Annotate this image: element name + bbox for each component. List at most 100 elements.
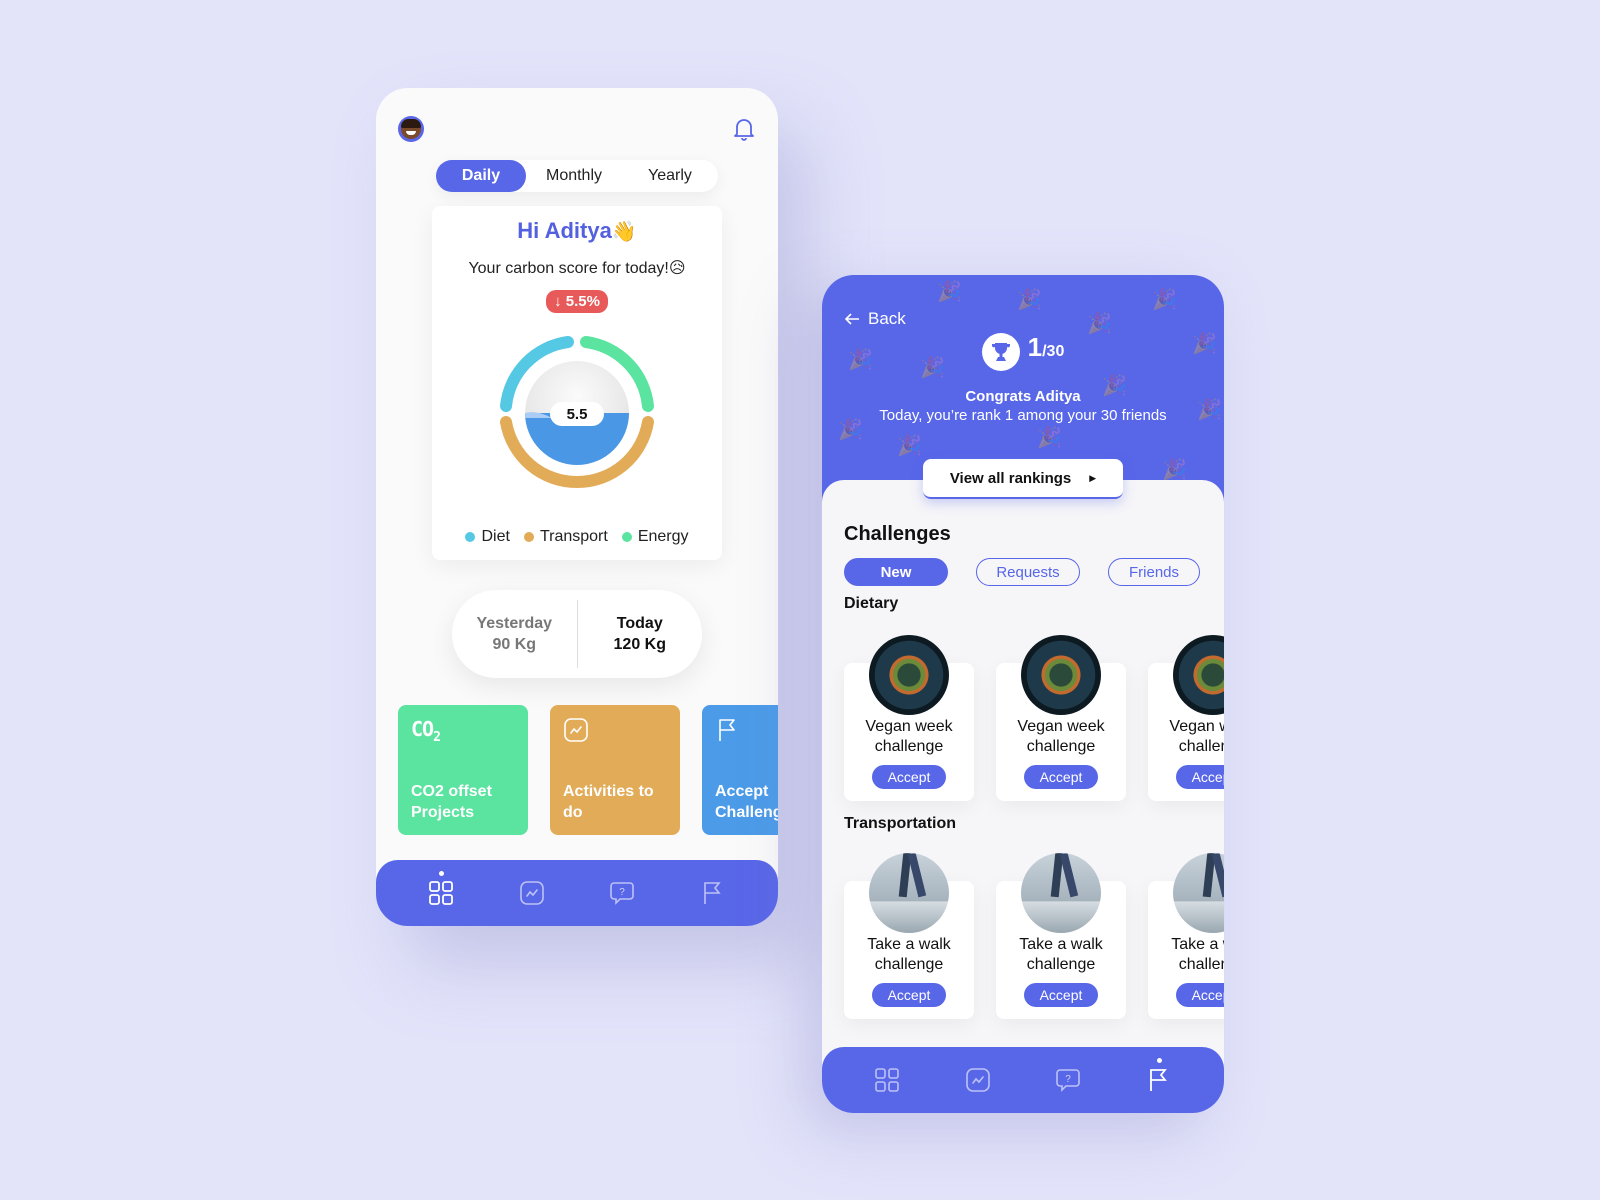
filter-new[interactable]: New [844, 558, 948, 586]
tile-label: Activities to do [563, 783, 654, 821]
gauge-value: 5.5 [567, 406, 588, 423]
rank-display: 1/30 [822, 333, 1224, 371]
accept-button[interactable]: Accept [1024, 765, 1098, 789]
nav-challenges[interactable] [693, 873, 733, 913]
filter-friends[interactable]: Friends [1108, 558, 1200, 586]
nav-help[interactable]: ? [602, 873, 642, 913]
legend-label: Transport [539, 528, 608, 545]
filter-requests[interactable]: Requests [976, 558, 1080, 586]
congrats-text: Today, you’re rank 1 among your 30 frien… [879, 407, 1167, 424]
tile-label: AcceptChallenges [715, 783, 778, 821]
back-label: Back [868, 309, 906, 328]
accept-button[interactable]: Accept [1024, 983, 1098, 1007]
challenge-title: Take a walkchallenge [1171, 936, 1224, 973]
challenge-title: Vegan weekchallenge [1017, 718, 1105, 755]
section-title-dietary: Dietary [844, 595, 899, 612]
activities-tile[interactable]: Activities to do [550, 705, 680, 835]
greeting: Hi Aditya👋 [432, 218, 722, 244]
confetti-icon: 🎉 [1017, 289, 1042, 311]
active-indicator [1156, 1058, 1162, 1063]
challenge-card: Take a walkchallenge Accept [844, 853, 974, 1019]
avatar-face-icon [401, 119, 421, 139]
trophy-icon [981, 333, 1020, 371]
accept-button[interactable]: Accept [1176, 983, 1224, 1007]
vegan-bowl-image [1021, 635, 1101, 715]
confetti-icon: 🎉 [1152, 289, 1177, 311]
legend-label: Diet [481, 528, 510, 545]
view-all-rankings-button[interactable]: View all rankings ▶ [923, 459, 1123, 499]
legend-diet: Diet [465, 528, 510, 546]
bottom-nav: ? [822, 1047, 1224, 1113]
greeting-text: Hi Aditya [517, 218, 612, 243]
challenge-card: Vegan weekchallenge Accept [844, 635, 974, 801]
avatar[interactable] [398, 116, 424, 142]
accept-button[interactable]: Accept [1176, 765, 1224, 789]
nav-dashboard[interactable] [421, 871, 461, 913]
transport-dot-icon [523, 532, 534, 542]
diet-dot-icon [465, 532, 476, 542]
confetti-icon: 🎉 [1162, 459, 1187, 481]
flag-icon [703, 882, 721, 904]
category-legend: Diet Transport Energy [432, 528, 722, 546]
confetti-icon: 🎉 [897, 435, 922, 457]
yesterday-value: 90 Kg [492, 636, 537, 653]
yesterday-label: Yesterday [476, 615, 553, 632]
daily-comparison: Yesterday 90 Kg Today 120 Kg [452, 590, 702, 678]
today-value: 120 Kg [613, 636, 666, 653]
co2-offset-tile[interactable]: CO2 CO2 offset Projects [398, 705, 528, 835]
challenge-filters: New Requests Friends [844, 558, 1200, 586]
quick-actions: CO2 CO2 offset Projects Activities to do A… [398, 705, 778, 835]
chart-icon [519, 881, 544, 905]
carbon-gauge: 5.5 [500, 336, 654, 488]
legend-transport: Transport [523, 528, 608, 546]
back-button[interactable]: Back [844, 309, 906, 329]
today-label: Today [616, 615, 663, 632]
tab-yearly[interactable]: Yearly [622, 160, 718, 192]
nav-activity[interactable] [958, 1060, 998, 1100]
bell-icon[interactable] [732, 116, 756, 142]
svg-text:?: ? [619, 887, 625, 898]
challenge-title: Take a walkchallenge [867, 936, 951, 973]
accept-challenges-tile[interactable]: AcceptChallenges [702, 705, 778, 835]
challenge-card: Take a walkchallenge Accept [1148, 853, 1224, 1019]
section-title-transportation: Transportation [844, 815, 957, 832]
vegan-bowl-image [869, 635, 949, 715]
challenges-heading: Challenges [844, 523, 951, 545]
chart-icon [564, 718, 588, 742]
active-indicator [439, 871, 445, 876]
challenge-title: Take a walkchallenge [1019, 936, 1103, 973]
legend-energy: Energy [621, 528, 689, 546]
grid-icon [429, 881, 454, 905]
help-chat-icon: ? [610, 882, 635, 905]
challenge-card: Vegan weekchallenge Accept [1148, 635, 1224, 801]
score-subtitle: Your carbon score for today!😥 [468, 260, 686, 277]
nav-activity[interactable] [512, 873, 552, 913]
tile-label: CO2 offset Projects [411, 783, 492, 821]
nav-challenges[interactable] [1139, 1058, 1179, 1100]
view-all-label: View all rankings [949, 469, 1072, 487]
flag-icon [1149, 1069, 1167, 1091]
challenge-title: Vegan weekchallenge [1169, 718, 1224, 755]
co2-icon: CO2 [411, 717, 441, 745]
tab-monthly[interactable]: Monthly [526, 160, 622, 192]
period-selector: Daily Monthly Yearly [436, 160, 718, 192]
grid-icon [875, 1068, 900, 1092]
caret-right-icon: ▶ [1089, 472, 1097, 483]
carbon-score-card: Hi Aditya👋 Your carbon score for today!😥… [432, 206, 722, 560]
walking-image [869, 853, 949, 933]
accept-button[interactable]: Accept [872, 765, 946, 789]
svg-text:?: ? [1065, 1074, 1071, 1085]
congrats-message: Congrats Aditya Today, you’re rank 1 amo… [822, 387, 1224, 425]
nav-dashboard[interactable] [867, 1060, 907, 1100]
help-chat-icon: ? [1056, 1069, 1081, 1092]
confetti-icon: 🎉 [1037, 427, 1062, 449]
rank-value: 1/30 [1027, 332, 1065, 362]
confetti-icon: 🎉 [937, 281, 962, 303]
chart-icon [965, 1068, 990, 1092]
challenge-card: Vegan weekchallenge Accept [996, 635, 1126, 801]
challenge-title: Vegan weekchallenge [865, 718, 953, 755]
nav-help[interactable]: ? [1048, 1060, 1088, 1100]
accept-button[interactable]: Accept [872, 983, 946, 1007]
tab-daily[interactable]: Daily [436, 160, 526, 192]
flag-icon [719, 719, 735, 741]
